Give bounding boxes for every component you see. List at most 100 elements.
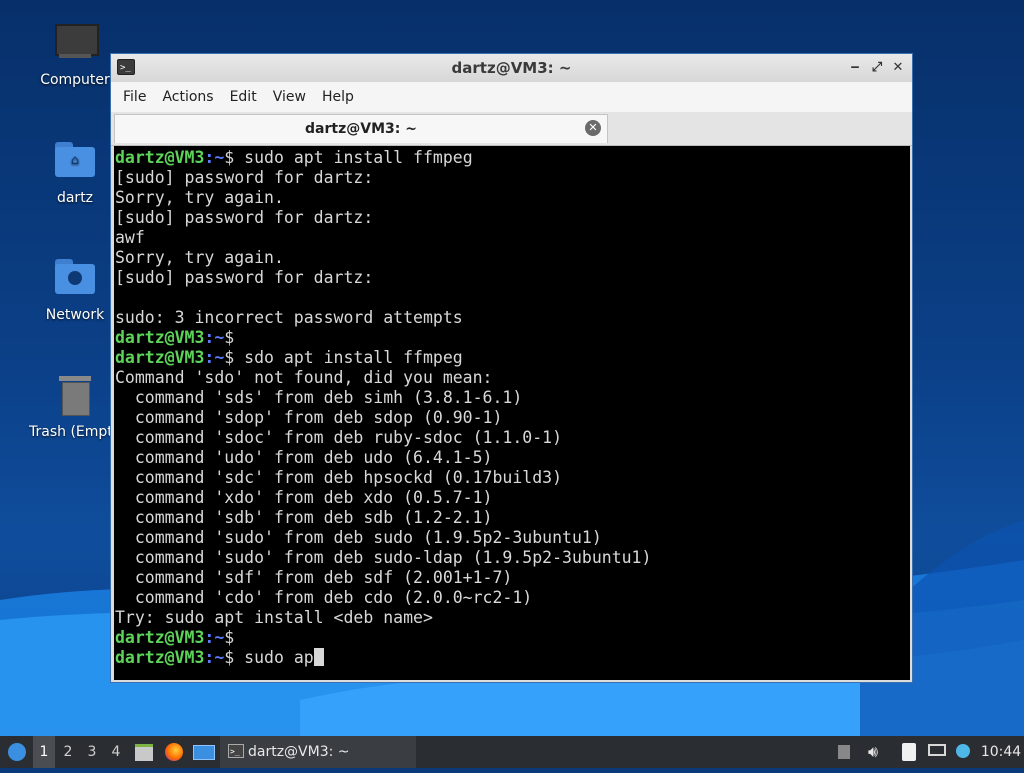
home-folder-icon: ⌂ [53,140,97,184]
terminal-output-line: awf [115,228,910,248]
terminal-output-line: command 'sdoc' from deb ruby-sdoc (1.1.0… [115,428,910,448]
terminal-output-line: command 'cdo' from deb cdo (2.0.0~rc2-1) [115,588,910,608]
prompt-user: dartz@VM3 [115,628,205,647]
desktop-icon-trash[interactable]: Trash (Empty) [27,374,127,440]
terminal-output-line: [sudo] password for dartz: [115,208,910,228]
output-text: command 'sdop' from deb sdop (0.90-1) [115,408,503,427]
menu-actions[interactable]: Actions [154,89,221,105]
prompt-symbol: $ [224,148,235,167]
output-text: command 'sudo' from deb sudo-ldap (1.9.5… [115,548,652,567]
output-text: command 'sdoc' from deb ruby-sdoc (1.1.0… [115,428,563,447]
tab-terminal[interactable]: dartz@VM3: ~ ✕ [114,114,608,143]
trash-icon [53,374,97,418]
desktop-icon-computer[interactable]: Computer [27,22,123,88]
computer-icon [53,22,99,66]
prompt-user: dartz@VM3 [115,348,205,367]
workspace-1[interactable]: 1 [33,736,55,768]
output-text: [sudo] password for dartz: [115,208,374,227]
output-text: command 'xdo' from deb xdo (0.5.7-1) [115,488,493,507]
terminal-output-line: command 'sds' from deb simh (3.8.1-6.1) [115,388,910,408]
terminal-output-line: command 'sdop' from deb sdop (0.90-1) [115,408,910,428]
output-text: command 'sds' from deb simh (3.8.1-6.1) [115,388,523,407]
output-text: Try: sudo apt install <deb name> [115,608,433,627]
update-icon[interactable] [952,736,974,768]
show-desktop-icon[interactable] [192,736,216,768]
prompt-path: :~ [204,328,225,347]
firefox-icon[interactable] [162,736,186,768]
file-manager-icon[interactable] [132,736,156,768]
menu-edit[interactable]: Edit [222,89,265,105]
prompt-user: dartz@VM3 [115,148,205,167]
terminal-output-line: sudo: 3 incorrect password attempts [115,308,910,328]
menu-bar: File Actions Edit View Help [111,82,912,112]
command-text: sdo apt install ffmpeg [234,348,463,367]
output-text: Sorry, try again. [115,248,284,267]
minimize-icon[interactable]: ‒ [845,58,865,78]
prompt-symbol: $ [224,348,235,367]
prompt-symbol: $ [224,328,235,347]
menu-help[interactable]: Help [314,89,362,105]
terminal-output[interactable]: dartz@VM3:~$ sudo apt install ffmpeg [sud… [114,146,910,680]
command-text: sudo apt install ffmpeg [234,148,473,167]
network-icon[interactable] [926,736,948,768]
terminal-prompt-line: dartz@VM3:~$ [115,628,910,648]
terminal-output-line: command 'sudo' from deb sudo-ldap (1.9.5… [115,548,910,568]
tab-title: dartz@VM3: ~ [305,121,417,137]
terminal-output-line: Sorry, try again. [115,248,910,268]
terminal-output-line: Sorry, try again. [115,188,910,208]
notification-icon[interactable] [834,736,854,768]
taskbar: 1 2 3 4 >_ dartz@VM3: ~ 🔊︎ 10:44 [0,736,1024,768]
task-label: dartz@VM3: ~ [248,744,350,760]
clipboard-icon[interactable] [898,736,920,768]
maximize-icon[interactable]: ⤢ [867,58,887,78]
desktop-icon-label: Network [45,307,105,323]
output-text: command 'sudo' from deb sudo (1.9.5p2-3u… [115,528,602,547]
terminal-prompt-line: dartz@VM3:~$ [115,328,910,348]
terminal-output-line: command 'sudo' from deb sudo (1.9.5p2-3u… [115,528,910,548]
terminal-output-line: [sudo] password for dartz: [115,268,910,288]
tab-close-icon[interactable]: ✕ [585,120,601,136]
command-text: sudo ap [234,648,314,667]
text-cursor [313,648,324,666]
clock[interactable]: 10:44 [980,736,1022,768]
desktop-icon-label: dartz [56,190,94,206]
prompt-user: dartz@VM3 [115,328,205,347]
prompt-path: :~ [204,628,225,647]
output-text: [sudo] password for dartz: [115,168,374,187]
terminal-output-line: Try: sudo apt install <deb name> [115,608,910,628]
workspace-4[interactable]: 4 [105,736,127,768]
output-text: sudo: 3 incorrect password attempts [115,308,463,327]
prompt-path: :~ [204,348,225,367]
tab-bar: dartz@VM3: ~ ✕ [111,112,912,146]
terminal-output-line: command 'sdf' from deb sdf (2.001+1-7) [115,568,910,588]
workspace-3[interactable]: 3 [81,736,103,768]
window-titlebar[interactable]: >_ dartz@VM3: ~ ‒ ⤢ ✕ [111,54,912,82]
menu-file[interactable]: File [115,89,154,105]
prompt-symbol: $ [224,628,235,647]
workspace-2[interactable]: 2 [57,736,79,768]
start-menu-icon[interactable] [4,736,30,768]
terminal-output-line: command 'sdb' from deb sdb (1.2-2.1) [115,508,910,528]
terminal-output-line: command 'udo' from deb udo (6.4.1-5) [115,448,910,468]
prompt-symbol: $ [224,648,235,667]
taskbar-task-terminal[interactable]: >_ dartz@VM3: ~ [220,736,416,768]
terminal-output-line: command 'xdo' from deb xdo (0.5.7-1) [115,488,910,508]
desktop-icon-home[interactable]: ⌂ dartz [27,140,123,206]
desktop-icon-label: Computer [40,72,110,88]
desktop-icon-label: Trash (Empty) [29,424,127,440]
prompt-path: :~ [204,148,225,167]
output-text: Command 'sdo' not found, did you mean: [115,368,493,387]
output-text: [sudo] password for dartz: [115,268,374,287]
window-title: dartz@VM3: ~ [451,59,572,77]
menu-view[interactable]: View [265,89,314,105]
output-text: awf [115,228,145,247]
desktop-icon-network[interactable]: Network [27,257,123,323]
prompt-user: dartz@VM3 [115,648,205,667]
output-text: command 'udo' from deb udo (6.4.1-5) [115,448,493,467]
output-text: Sorry, try again. [115,188,284,207]
network-folder-icon [53,257,97,301]
terminal-window[interactable]: >_ dartz@VM3: ~ ‒ ⤢ ✕ File Actions Edit … [110,53,913,683]
volume-icon[interactable]: 🔊︎ [862,736,884,768]
close-icon[interactable]: ✕ [888,58,908,78]
